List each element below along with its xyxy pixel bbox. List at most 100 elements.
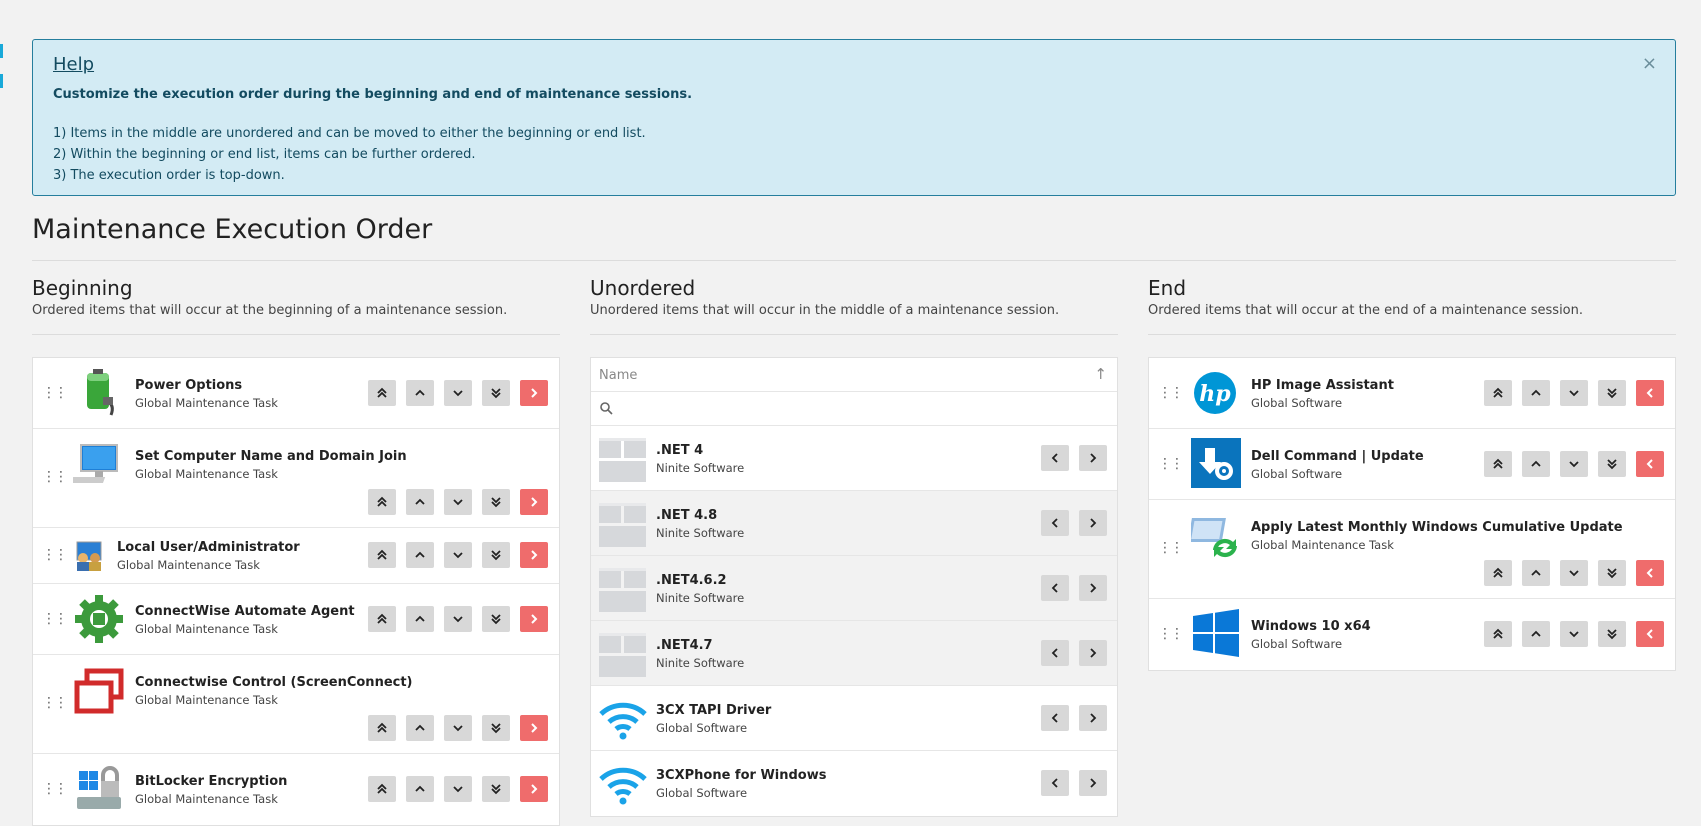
list-item[interactable]: ⋮⋮ Apply Latest Monthly Windows Cumulati… — [1149, 500, 1675, 599]
move-to-unordered-button[interactable] — [520, 380, 548, 406]
drag-handle-icon[interactable]: ⋮⋮ — [42, 611, 68, 627]
move-to-bottom-button[interactable] — [482, 542, 510, 568]
move-to-beginning-button[interactable] — [1041, 705, 1069, 731]
move-down-button[interactable] — [1560, 621, 1588, 647]
move-to-top-button[interactable] — [1484, 560, 1512, 586]
move-to-top-button[interactable] — [1484, 621, 1512, 647]
move-to-top-button[interactable] — [1484, 451, 1512, 477]
list-item[interactable]: ⋮⋮ Set Computer Name and Domain Join Glo… — [33, 429, 559, 528]
drag-handle-icon[interactable]: ⋮⋮ — [1158, 540, 1184, 556]
screenconnect-icon — [73, 667, 125, 719]
move-buttons — [1041, 770, 1107, 796]
move-to-unordered-button[interactable] — [1636, 621, 1664, 647]
drag-handle-icon[interactable]: ⋮⋮ — [1158, 385, 1184, 401]
move-down-button[interactable] — [1560, 451, 1588, 477]
move-to-top-button[interactable] — [368, 606, 396, 632]
move-to-bottom-button[interactable] — [1598, 621, 1626, 647]
move-up-button[interactable] — [1522, 560, 1550, 586]
search-input[interactable] — [591, 392, 1117, 426]
list-item[interactable]: .NET 4 Ninite Software — [591, 426, 1117, 491]
list-item[interactable]: ⋮⋮ Connectwise Control (ScreenConnect) G… — [33, 655, 559, 754]
move-to-beginning-button[interactable] — [1041, 575, 1069, 601]
move-to-top-button[interactable] — [368, 542, 396, 568]
move-up-button[interactable] — [1522, 451, 1550, 477]
move-to-bottom-button[interactable] — [1598, 451, 1626, 477]
move-to-bottom-button[interactable] — [482, 776, 510, 802]
move-buttons — [1041, 510, 1107, 536]
move-down-button[interactable] — [444, 542, 472, 568]
move-to-end-button[interactable] — [1079, 705, 1107, 731]
move-to-bottom-button[interactable] — [482, 489, 510, 515]
move-buttons — [1041, 640, 1107, 666]
move-down-button[interactable] — [444, 489, 472, 515]
drag-handle-icon[interactable]: ⋮⋮ — [1158, 626, 1184, 642]
move-up-button[interactable] — [406, 380, 434, 406]
move-to-end-button[interactable] — [1079, 510, 1107, 536]
drag-handle-icon[interactable]: ⋮⋮ — [42, 385, 68, 401]
move-down-button[interactable] — [444, 380, 472, 406]
move-to-end-button[interactable] — [1079, 575, 1107, 601]
move-up-button[interactable] — [406, 489, 434, 515]
move-down-button[interactable] — [444, 715, 472, 741]
move-to-end-button[interactable] — [1079, 640, 1107, 666]
move-to-bottom-button[interactable] — [482, 606, 510, 632]
list-item[interactable]: ⋮⋮ Dell Command | Update Global Software — [1149, 429, 1675, 500]
move-to-beginning-button[interactable] — [1041, 640, 1069, 666]
list-item[interactable]: .NET4.7 Ninite Software — [591, 621, 1117, 686]
move-down-button[interactable] — [444, 606, 472, 632]
move-up-button[interactable] — [1522, 380, 1550, 406]
list-item[interactable]: ⋮⋮ BitLocker Encryption Global Maintenan… — [33, 754, 559, 825]
help-title[interactable]: Help — [53, 54, 94, 75]
list-item[interactable]: ⋮⋮ Windows 10 x64 Global Software — [1149, 599, 1675, 670]
drag-handle-icon[interactable]: ⋮⋮ — [42, 695, 68, 711]
windows-logo-icon — [1191, 608, 1241, 658]
move-to-beginning-button[interactable] — [1041, 770, 1069, 796]
list-item[interactable]: ⋮⋮ ConnectWise Automate Agent Global Mai… — [33, 584, 559, 655]
drag-handle-icon[interactable]: ⋮⋮ — [42, 547, 68, 563]
move-down-button[interactable] — [1560, 560, 1588, 586]
move-up-button[interactable] — [1522, 621, 1550, 647]
drag-handle-icon[interactable]: ⋮⋮ — [42, 781, 68, 797]
move-down-button[interactable] — [444, 776, 472, 802]
move-to-top-button[interactable] — [368, 776, 396, 802]
move-to-unordered-button[interactable] — [520, 715, 548, 741]
list-item[interactable]: .NET4.6.2 Ninite Software — [591, 556, 1117, 621]
drag-handle-icon[interactable]: ⋮⋮ — [1158, 456, 1184, 472]
column-header[interactable]: Name ↑ — [591, 358, 1117, 392]
move-to-bottom-button[interactable] — [1598, 380, 1626, 406]
move-to-end-button[interactable] — [1079, 770, 1107, 796]
close-icon[interactable]: × — [1642, 55, 1657, 73]
move-to-beginning-button[interactable] — [1041, 510, 1069, 536]
move-up-button[interactable] — [406, 606, 434, 632]
list-item[interactable]: ⋮⋮ Local User/Administrator Global Maint… — [33, 528, 559, 584]
list-item[interactable]: 3CX TAPI Driver Global Software — [591, 686, 1117, 751]
move-up-button[interactable] — [406, 715, 434, 741]
list-item[interactable]: ⋮⋮ Power Options Global Maintenance Task — [33, 358, 559, 429]
move-up-button[interactable] — [406, 776, 434, 802]
move-to-unordered-button[interactable] — [520, 776, 548, 802]
move-to-top-button[interactable] — [368, 715, 396, 741]
move-to-top-button[interactable] — [368, 380, 396, 406]
list-item[interactable]: .NET 4.8 Ninite Software — [591, 491, 1117, 556]
move-to-top-button[interactable] — [368, 489, 396, 515]
move-to-unordered-button[interactable] — [1636, 560, 1664, 586]
move-to-end-button[interactable] — [1079, 445, 1107, 471]
move-to-unordered-button[interactable] — [520, 489, 548, 515]
divider — [32, 260, 1676, 261]
drag-handle-icon[interactable]: ⋮⋮ — [42, 469, 68, 485]
move-to-unordered-button[interactable] — [1636, 451, 1664, 477]
move-to-beginning-button[interactable] — [1041, 445, 1069, 471]
move-to-bottom-button[interactable] — [482, 380, 510, 406]
sort-ascending-icon[interactable]: ↑ — [1094, 365, 1107, 383]
move-up-button[interactable] — [406, 542, 434, 568]
move-down-button[interactable] — [1560, 380, 1588, 406]
list-item[interactable]: ⋮⋮ hp HP Image Assistant Global Software — [1149, 358, 1675, 429]
list-item[interactable]: 3CXPhone for Windows Global Software — [591, 751, 1117, 816]
move-to-unordered-button[interactable] — [1636, 380, 1664, 406]
move-to-top-button[interactable] — [1484, 380, 1512, 406]
order-buttons — [1484, 560, 1664, 586]
move-to-bottom-button[interactable] — [1598, 560, 1626, 586]
move-to-unordered-button[interactable] — [520, 542, 548, 568]
move-to-bottom-button[interactable] — [482, 715, 510, 741]
move-to-unordered-button[interactable] — [520, 606, 548, 632]
